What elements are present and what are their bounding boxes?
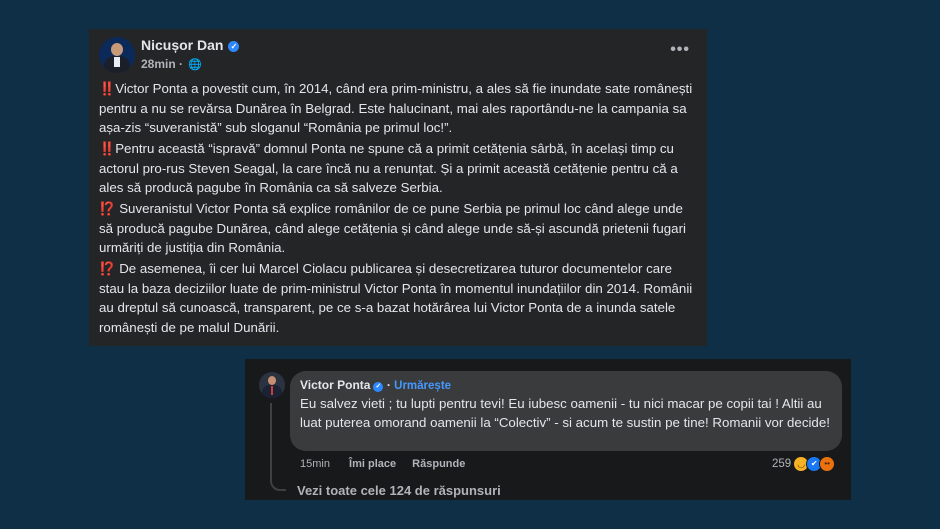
- commenter-avatar[interactable]: [259, 372, 285, 398]
- more-options-icon[interactable]: •••: [670, 41, 690, 59]
- commenter-name-row: Victor Ponta ✓ · Urmărește: [300, 378, 451, 392]
- angry-reaction-icon: [819, 456, 836, 472]
- avatar-head: [111, 43, 123, 56]
- post-paragraph: ⁉️ Suveranistul Victor Ponta să explice r…: [99, 199, 699, 258]
- post-time[interactable]: 28min: [141, 57, 176, 71]
- follow-button[interactable]: Urmărește: [394, 380, 451, 392]
- post-meta: 28min · 🌐: [141, 57, 203, 71]
- comment-bubble: Victor Ponta ✓ · Urmărește Eu salvez viet…: [290, 371, 842, 451]
- comment-thread: Victor Ponta ✓ · Urmărește Eu salvez viet…: [245, 359, 851, 500]
- avatar-head: [268, 376, 276, 385]
- globe-icon: 🌐: [188, 59, 203, 71]
- verified-badge-icon: ✓: [228, 41, 240, 52]
- reaction-summary[interactable]: 259: [772, 456, 836, 472]
- comment-text: Eu salvez vieti ; tu lupti pentru tevi! …: [300, 396, 830, 430]
- paragraph-text: Suveranistul Victor Ponta să explice rom…: [99, 201, 686, 256]
- commenter-name[interactable]: Victor Ponta: [300, 378, 370, 392]
- thread-connector-line: [270, 403, 286, 491]
- reaction-count: 259: [772, 458, 792, 470]
- post-author-name[interactable]: Nicușor Dan ✓: [141, 37, 240, 53]
- paragraph-text: Victor Ponta a povestit cum, în 2014, câ…: [99, 81, 693, 136]
- post-author-label[interactable]: Nicușor Dan: [141, 37, 223, 53]
- view-all-replies-link[interactable]: Vezi toate cele 124 de răspunsuri: [297, 483, 501, 498]
- double-exclamation-icon: ‼️: [99, 141, 115, 156]
- comment-actions: 15min Îmi place Răspunde: [300, 458, 478, 470]
- comment-time[interactable]: 15min: [300, 458, 330, 470]
- avatar-tie: [271, 386, 273, 395]
- avatar-shirt: [114, 57, 120, 67]
- separator-dot: ·: [386, 378, 391, 392]
- facebook-post: Nicușor Dan ✓ 28min · 🌐 ••• ‼️ Victor Pont…: [89, 29, 707, 346]
- paragraph-text: Pentru această “ispravă” domnul Ponta ne…: [99, 141, 678, 196]
- like-button[interactable]: Îmi place: [349, 458, 396, 470]
- exclamation-question-icon: ⁉️: [99, 201, 116, 216]
- post-paragraph: ‼️ Pentru această “ispravă” domnul Ponta …: [99, 139, 699, 198]
- post-paragraph: ‼️ Victor Ponta a povestit cum, în 2014, …: [99, 79, 699, 138]
- verified-badge-icon: ✓: [373, 382, 384, 392]
- exclamation-question-icon: ⁉️: [99, 261, 116, 276]
- double-exclamation-icon: ‼️: [99, 81, 115, 96]
- paragraph-text: De asemenea, îi cer lui Marcel Ciolacu p…: [99, 261, 693, 336]
- author-avatar[interactable]: [99, 37, 135, 73]
- reply-button[interactable]: Răspunde: [412, 458, 465, 470]
- post-paragraph: ⁉️ De asemenea, îi cer lui Marcel Ciolacu…: [99, 259, 699, 338]
